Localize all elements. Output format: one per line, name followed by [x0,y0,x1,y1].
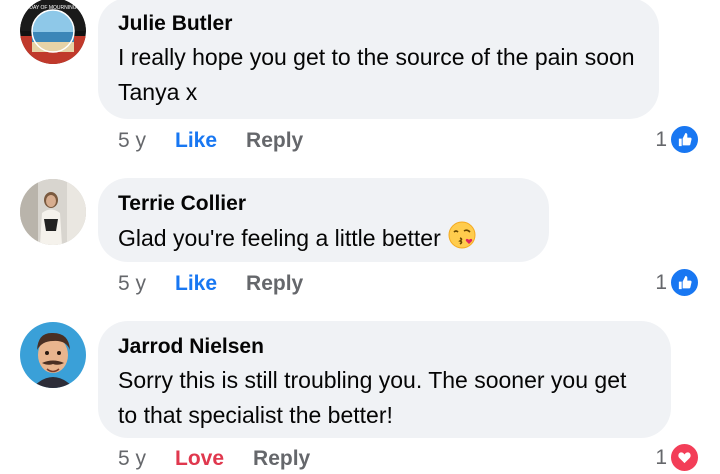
comment-actions: 5 y Like Reply [118,269,332,299]
avatar[interactable] [20,322,86,388]
reply-button[interactable]: Reply [253,447,310,471]
reaction-count: 1 [655,270,667,294]
like-button[interactable]: Like [175,272,217,296]
heart-icon [669,442,700,473]
comment-author[interactable]: Jarrod Nielsen [118,333,649,361]
avatar-image: DAY OF MOURNING [20,0,86,64]
reaction-summary[interactable]: 1 [655,267,700,298]
comment-text-content: Glad you're feeling a little better [118,225,441,252]
avatar[interactable]: DAY OF MOURNING [20,0,86,64]
thumbs-up-icon [669,267,700,298]
kissing-face-with-heart-icon [447,220,477,260]
comment-author[interactable]: Terrie Collier [118,190,527,218]
comment-text: I really hope you get to the source of t… [118,44,635,105]
comment-timestamp[interactable]: 5 y [118,447,146,471]
comment-timestamp[interactable]: 5 y [118,129,146,153]
reaction-summary[interactable]: 1 [655,124,700,155]
comment-text: Glad you're feeling a little better [118,220,527,260]
reply-button[interactable]: Reply [246,129,303,153]
comment-bubble: Julie Butler I really hope you get to th… [98,0,659,119]
like-button[interactable]: Like [175,129,217,153]
avatar[interactable] [20,179,86,245]
avatar-image [20,179,86,245]
comment-bubble: Jarrod Nielsen Sorry this is still troub… [98,321,671,438]
comment-text: Sorry this is still troubling you. The s… [118,367,627,428]
reply-button[interactable]: Reply [246,272,303,296]
comment-actions: 5 y Like Reply [118,126,332,156]
love-button[interactable]: Love [175,447,224,471]
comment-bubble: Terrie Collier Glad you're feeling a lit… [98,178,549,262]
reaction-count: 1 [655,127,667,151]
reaction-summary[interactable]: 1 [655,442,700,473]
comment-author[interactable]: Julie Butler [118,10,637,38]
thumbs-up-icon [669,124,700,155]
comment-actions: 5 y Love Reply [118,444,339,474]
comment-timestamp[interactable]: 5 y [118,272,146,296]
avatar-image [20,322,86,388]
svg-text:DAY OF MOURNING: DAY OF MOURNING [29,5,76,11]
